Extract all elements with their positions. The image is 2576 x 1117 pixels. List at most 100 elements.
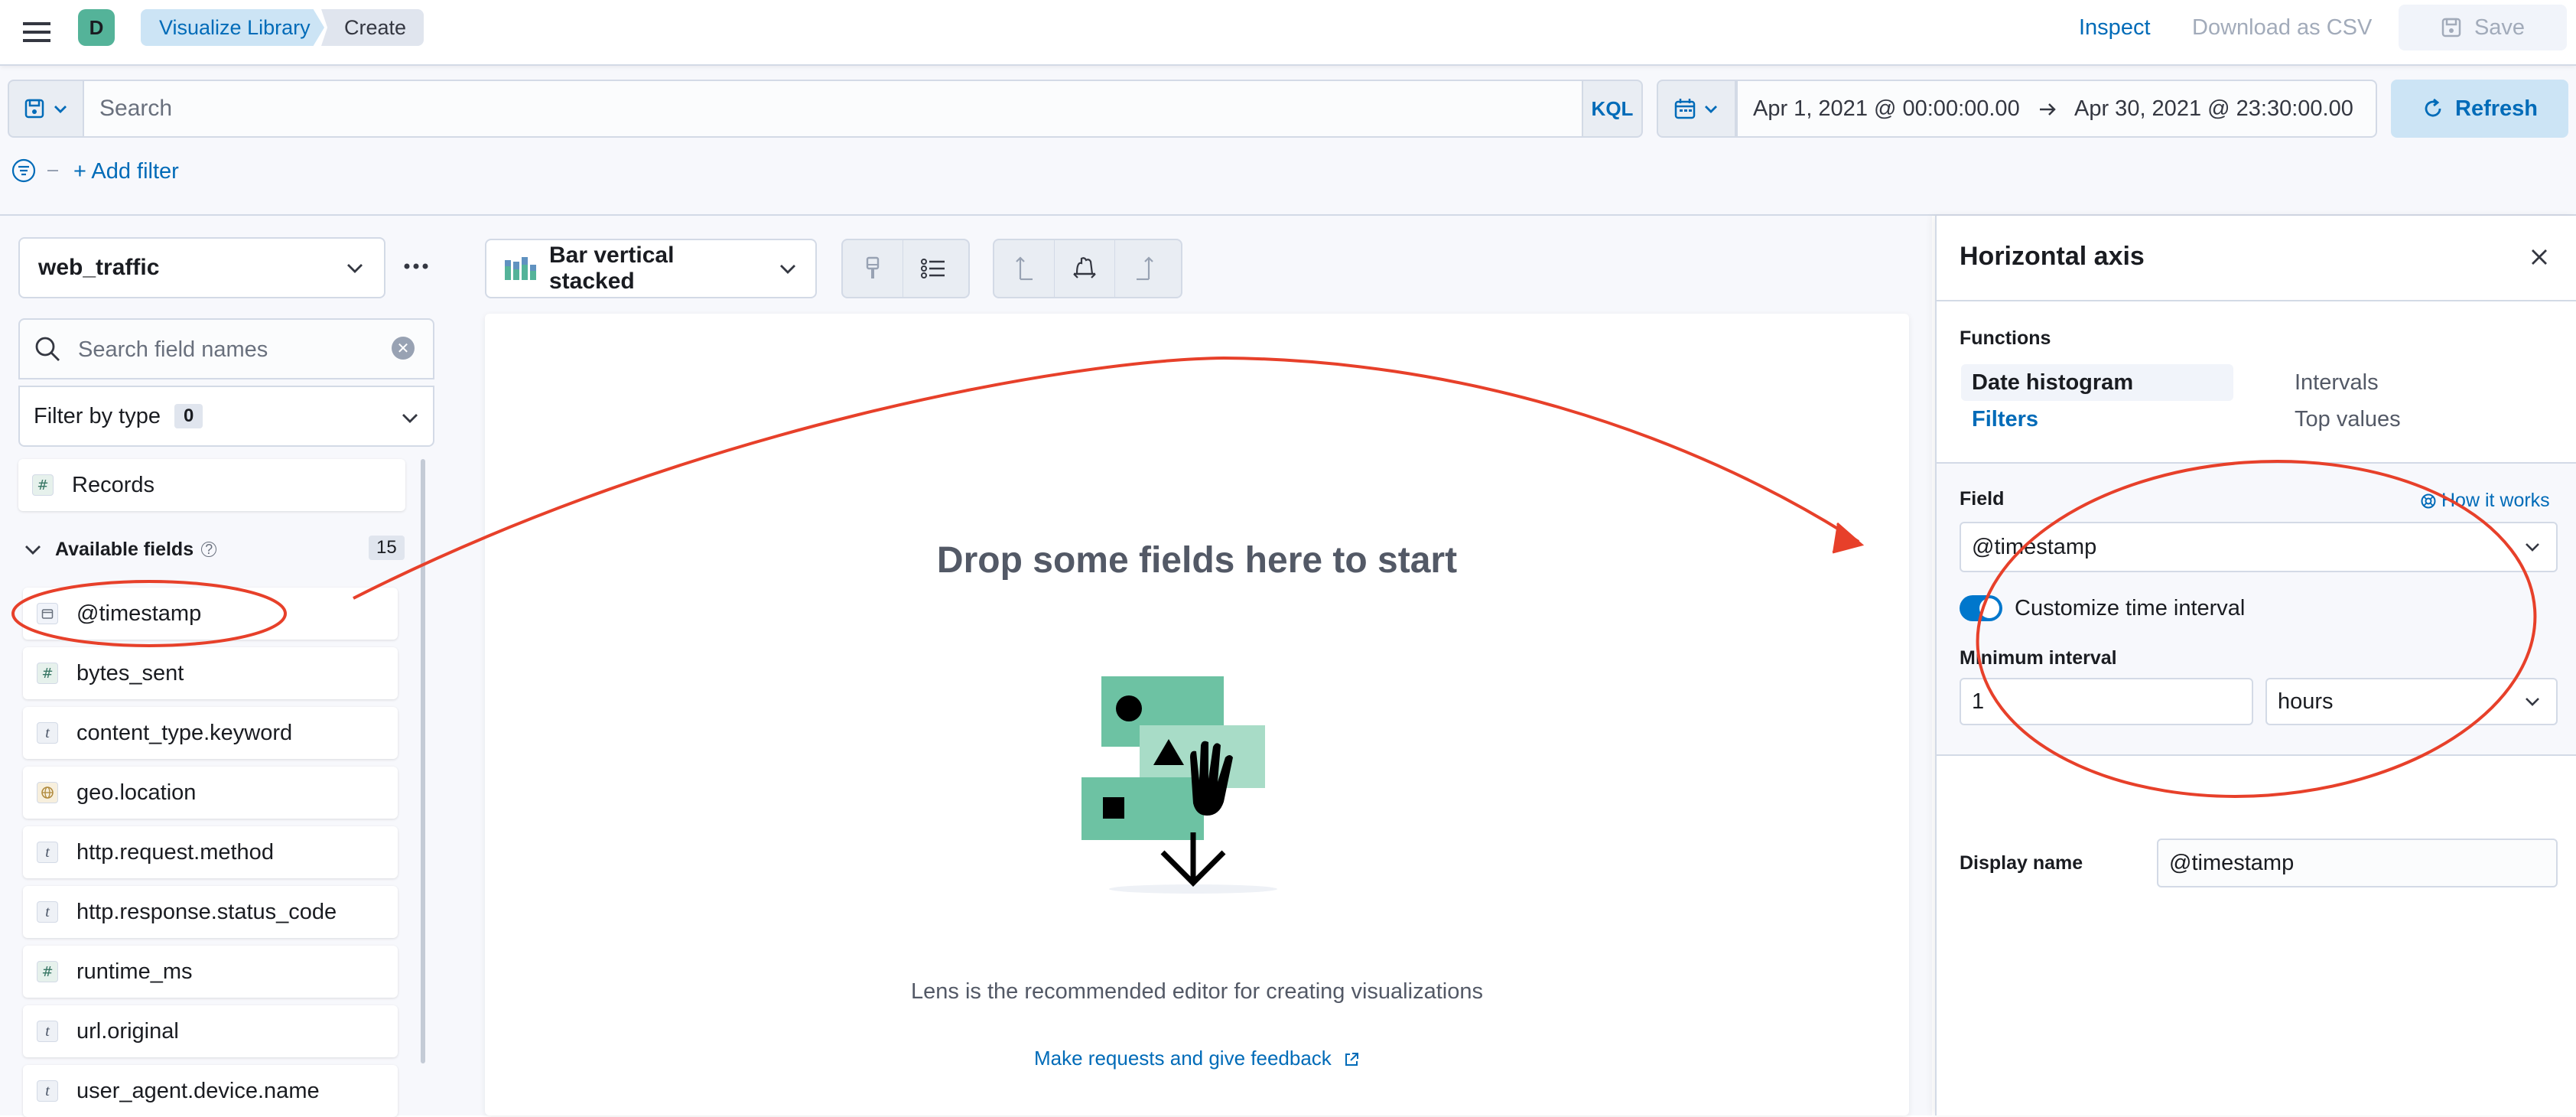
- flyout-title: Horizontal axis: [1960, 242, 2145, 271]
- feedback-link-label: Make requests and give feedback: [1033, 1047, 1332, 1070]
- date-start[interactable]: Apr 1, 2021 @ 00:00:00.00: [1753, 96, 2020, 122]
- save-label: Save: [2474, 15, 2526, 40]
- available-fields-count: 15: [369, 536, 405, 560]
- save-icon: [2441, 17, 2462, 38]
- field-item-bytes-sent[interactable]: # bytes_sent: [23, 647, 398, 699]
- search-icon: [32, 334, 63, 364]
- index-pattern-label: web_traffic: [38, 255, 160, 280]
- function-date-histogram[interactable]: Date histogram: [1961, 364, 2233, 401]
- more-options-icon[interactable]: [402, 257, 430, 275]
- right-axis-icon[interactable]: [1115, 240, 1175, 297]
- field-item-content-type[interactable]: t content_type.keyword: [23, 707, 398, 759]
- number-icon: #: [32, 474, 54, 496]
- chevron-down-icon: [23, 539, 43, 559]
- left-axis-icon[interactable]: [994, 240, 1055, 297]
- chart-type-select[interactable]: Bar vertical stacked: [485, 239, 817, 298]
- help-icon: [2420, 493, 2437, 510]
- bottom-axis-icon[interactable]: [1055, 240, 1115, 297]
- top-header: D Visualize Library Create Inspect Downl…: [0, 0, 2576, 66]
- save-button[interactable]: Save: [2399, 5, 2567, 50]
- external-link-icon: [1343, 1051, 1360, 1068]
- field-name: http.response.status_code: [76, 899, 337, 924]
- field-label: Field: [1960, 488, 2005, 510]
- question-icon[interactable]: ?: [201, 542, 217, 557]
- function-intervals[interactable]: Intervals: [2295, 370, 2379, 396]
- filter-by-type-button[interactable]: Filter by type 0: [18, 386, 434, 447]
- breadcrumb-create: Create: [321, 9, 424, 46]
- field-item-user-agent-device-name[interactable]: t user_agent.device.name: [23, 1065, 398, 1117]
- number-icon: #: [37, 663, 58, 684]
- field-search-input[interactable]: [76, 321, 385, 378]
- index-pattern-select[interactable]: web_traffic: [18, 237, 385, 298]
- breadcrumb-visualize-library[interactable]: Visualize Library: [141, 9, 324, 46]
- number-icon: #: [37, 961, 58, 982]
- date-quick-menu-button[interactable]: [1657, 80, 1736, 138]
- field-name: http.request.method: [76, 839, 274, 865]
- customize-time-interval-toggle[interactable]: [1960, 595, 2002, 621]
- search-input[interactable]: [84, 80, 1582, 138]
- display-name-input[interactable]: [2157, 839, 2558, 887]
- field-name: user_agent.device.name: [76, 1078, 320, 1103]
- field-item-url-original[interactable]: t url.original: [23, 1005, 398, 1057]
- records-field[interactable]: # Records: [18, 459, 405, 511]
- paint-brush-icon[interactable]: [843, 240, 903, 297]
- field-item-http-request-method[interactable]: t http.request.method: [23, 826, 398, 878]
- filter-divider: [47, 170, 58, 171]
- field-name: runtime_ms: [76, 959, 193, 984]
- refresh-label: Refresh: [2455, 96, 2538, 121]
- download-csv-link[interactable]: Download as CSV: [2192, 14, 2372, 41]
- add-filter-button[interactable]: + Add filter: [73, 158, 179, 185]
- how-it-works-link[interactable]: How it works: [2420, 490, 2550, 512]
- field-item-http-response-status-code[interactable]: t http.response.status_code: [23, 886, 398, 938]
- arrow-right-icon: [2036, 98, 2059, 121]
- calendar-icon: [1673, 97, 1696, 120]
- field-name: geo.location: [76, 780, 197, 805]
- close-icon[interactable]: [2527, 245, 2552, 269]
- saved-query-button[interactable]: [8, 80, 84, 138]
- saved-query-icon: [23, 97, 46, 120]
- field-select-value: @timestamp: [1972, 534, 2097, 559]
- how-it-works-label: How it works: [2441, 490, 2550, 511]
- field-item-geo-location[interactable]: geo.location: [23, 767, 398, 819]
- string-icon: t: [37, 842, 58, 863]
- filter-icon[interactable]: [11, 158, 37, 184]
- customize-time-interval-label: Customize time interval: [2015, 596, 2246, 620]
- string-icon: t: [37, 722, 58, 744]
- filter-type-count-badge: 0: [174, 404, 203, 428]
- space-avatar[interactable]: D: [78, 9, 115, 46]
- interval-value-input[interactable]: 1: [1960, 678, 2253, 725]
- available-fields-header[interactable]: Available fields ?: [23, 534, 405, 565]
- chevron-down-icon: [777, 258, 798, 279]
- filter-by-type-label: Filter by type: [34, 403, 161, 428]
- string-icon: t: [37, 901, 58, 923]
- hamburger-menu-icon[interactable]: [18, 14, 55, 50]
- globe-icon: [37, 782, 58, 803]
- field-item-runtime-ms[interactable]: # runtime_ms: [23, 946, 398, 998]
- field-name: @timestamp: [76, 601, 202, 626]
- date-range-picker[interactable]: Apr 1, 2021 @ 00:00:00.00 Apr 30, 2021 @…: [1736, 80, 2377, 138]
- lens-recommendation-text: Lens is the recommended editor for creat…: [911, 979, 1483, 1004]
- interval-unit-value: hours: [2278, 689, 2334, 714]
- bar-stacked-icon: [503, 256, 537, 282]
- query-language-button[interactable]: KQL: [1582, 80, 1643, 138]
- refresh-button[interactable]: Refresh: [2391, 80, 2568, 138]
- chevron-down-icon: [2522, 537, 2542, 557]
- function-top-values[interactable]: Top values: [2295, 407, 2401, 432]
- minimum-interval-label: Minimum interval: [1960, 647, 2117, 669]
- clear-search-icon[interactable]: ✕: [392, 337, 415, 360]
- date-end[interactable]: Apr 30, 2021 @ 23:30:00.00: [2074, 96, 2353, 122]
- chevron-down-icon: [344, 257, 366, 278]
- field-item-timestamp[interactable]: @timestamp: [23, 588, 398, 640]
- legend-icon[interactable]: [903, 240, 963, 297]
- string-icon: t: [37, 1021, 58, 1042]
- field-name: content_type.keyword: [76, 720, 293, 745]
- field-list-scrollbar[interactable]: [421, 459, 425, 1063]
- field-select[interactable]: @timestamp: [1960, 522, 2558, 572]
- axis-settings-group: [993, 239, 1182, 298]
- feedback-link[interactable]: Make requests and give feedback: [485, 1047, 1909, 1070]
- field-name: url.original: [76, 1018, 179, 1044]
- interval-unit-select[interactable]: hours: [2265, 678, 2558, 725]
- refresh-icon: [2422, 97, 2444, 120]
- inspect-link[interactable]: Inspect: [2079, 14, 2151, 41]
- function-filters[interactable]: Filters: [1972, 407, 2038, 432]
